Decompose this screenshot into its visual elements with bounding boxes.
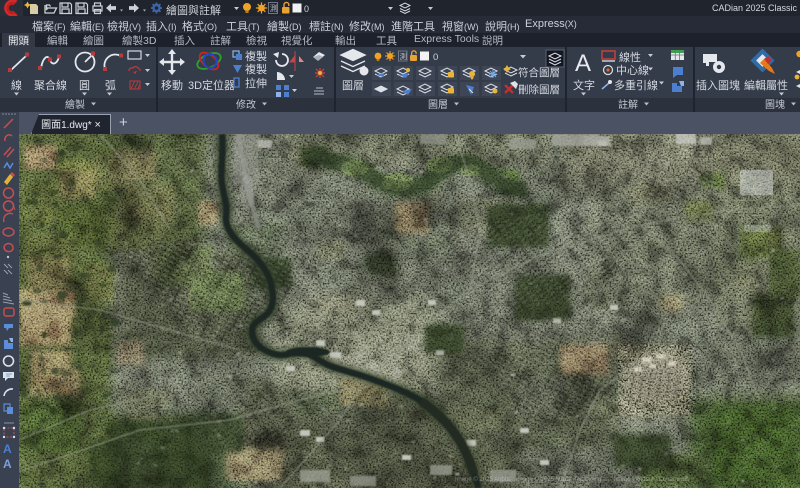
svg-text:複製: 複製 xyxy=(245,62,267,76)
svg-text:插入圖塊: 插入圖塊 xyxy=(696,78,740,92)
svg-text:符合圖層: 符合圖層 xyxy=(518,66,560,79)
svg-text:0: 0 xyxy=(433,52,438,63)
svg-text:圓: 圓 xyxy=(79,79,90,92)
svg-text:聚合線: 聚合線 xyxy=(34,78,67,92)
svg-text:圖層: 圖層 xyxy=(428,99,448,111)
svg-text:A: A xyxy=(3,442,12,456)
svg-text:註解: 註解 xyxy=(618,98,638,111)
svg-text:3D定位器: 3D定位器 xyxy=(188,78,235,92)
svg-text:A: A xyxy=(3,457,12,471)
svg-text:刪除圖層: 刪除圖層 xyxy=(518,83,560,96)
svg-text:複製: 複製 xyxy=(245,49,267,63)
svg-text:圖層: 圖層 xyxy=(342,79,364,92)
svg-text:A: A xyxy=(575,50,591,77)
svg-text:線: 線 xyxy=(11,78,22,92)
svg-text:測: 測 xyxy=(400,51,408,61)
svg-text:0: 0 xyxy=(304,4,309,14)
svg-text:文字: 文字 xyxy=(573,78,595,92)
svg-text:測: 測 xyxy=(270,3,278,13)
svg-text:拉伸: 拉伸 xyxy=(245,76,267,90)
svg-text:弧: 弧 xyxy=(105,78,116,92)
svg-text:編輯屬性: 編輯屬性 xyxy=(744,78,788,92)
svg-text:Image © 2025 Airbus Image ©: Image © 2025 Airbus Image © 2025 Maxar T… xyxy=(455,476,689,483)
svg-text:中心線: 中心線 xyxy=(616,63,649,77)
svg-text:修改: 修改 xyxy=(236,98,256,111)
svg-text:圖塊: 圖塊 xyxy=(765,98,785,111)
svg-text:多重引線: 多重引線 xyxy=(614,78,658,92)
svg-text:線性: 線性 xyxy=(619,50,641,64)
svg-text:移動: 移動 xyxy=(161,78,183,92)
svg-text:繪製: 繪製 xyxy=(65,98,85,111)
